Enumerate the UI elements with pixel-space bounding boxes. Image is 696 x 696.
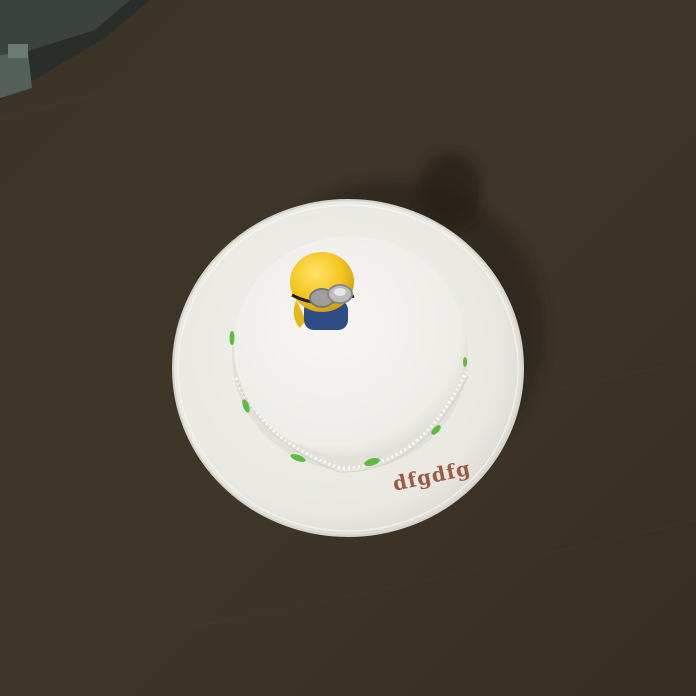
leaf [229,331,235,345]
scene-canvas [0,0,696,696]
leaf [463,357,467,367]
minion-shadow [418,152,482,228]
minion-figurine[interactable] [290,252,355,330]
game-viewport[interactable]: dfgdfg [0,0,696,696]
